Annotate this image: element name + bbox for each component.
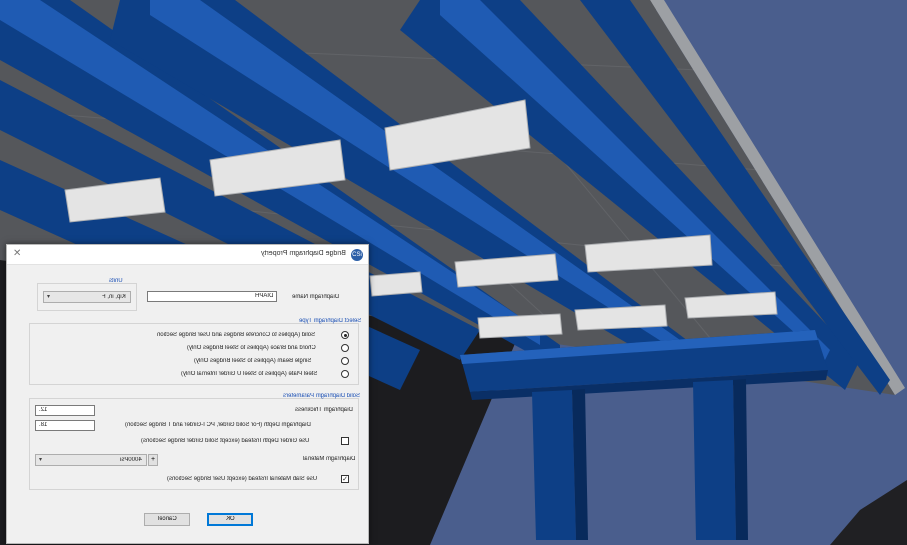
close-icon[interactable]: ✕ bbox=[13, 248, 21, 259]
diaphragm-name-input[interactable]: DIAPH bbox=[147, 291, 277, 302]
cancel-button[interactable]: Cancel bbox=[144, 513, 190, 526]
steel-plate-option-label: Steel Plate (Applies to Steel U Girder I… bbox=[181, 371, 318, 377]
dialog-title: Bridge Diaphragm Property bbox=[261, 250, 346, 257]
chevron-down-icon: ▾ bbox=[39, 457, 43, 463]
diaphragm-material-select[interactable]: ▾ 4000Psi bbox=[35, 454, 147, 466]
single-beam-option-label: Single Beam (Applies to Steel Bridges On… bbox=[194, 358, 312, 364]
steel-plate-radio[interactable] bbox=[341, 370, 349, 378]
use-slab-material-checkbox[interactable]: ✓ bbox=[341, 475, 349, 483]
units-label: Units bbox=[109, 278, 123, 284]
diaphragm-material-label: Diaphragm Material bbox=[303, 456, 356, 462]
diaphragm-thickness-input[interactable]: 12. bbox=[35, 405, 95, 416]
add-material-button[interactable]: + bbox=[148, 454, 158, 466]
dialog-titlebar: ✕ Bridge Diaphragm Property CSi bbox=[7, 245, 368, 265]
ok-button[interactable]: OK bbox=[207, 513, 253, 526]
solid-option-label: Solid (Applies to Concrete Bridges and U… bbox=[157, 332, 316, 338]
diaphragm-name-label: Diaphragm Name bbox=[292, 294, 340, 300]
app-logo-icon: CSi bbox=[351, 249, 363, 261]
solid-radio[interactable] bbox=[341, 331, 349, 339]
diaphragm-depth-label: Diaphragm Depth (For Solid Girder, PC I-… bbox=[125, 422, 311, 428]
use-girder-depth-checkbox[interactable] bbox=[341, 437, 349, 445]
units-select[interactable]: ▾ Kip, in, F bbox=[43, 291, 131, 303]
diaphragm-depth-input[interactable]: 18. bbox=[35, 420, 95, 431]
chord-brace-radio[interactable] bbox=[341, 344, 349, 352]
use-girder-depth-label: Use Girder Depth Instead (except Solid G… bbox=[141, 438, 310, 444]
single-beam-radio[interactable] bbox=[341, 357, 349, 365]
chord-brace-option-label: Chord and Brace (Applies to Steel Bridge… bbox=[187, 345, 316, 351]
chevron-down-icon: ▾ bbox=[47, 294, 51, 300]
bridge-diaphragm-dialog: ✕ Bridge Diaphragm Property CSi Units ▾ … bbox=[6, 244, 369, 544]
diaphragm-type-label: Select Diaphragm Type bbox=[299, 318, 362, 324]
use-slab-material-label: Use Slab Material Instead (except User B… bbox=[167, 476, 318, 482]
diaphragm-thickness-label: Diaphragm Thickness bbox=[295, 407, 353, 413]
solid-parameters-label: Solid Diaphragm Parameters bbox=[283, 393, 361, 399]
